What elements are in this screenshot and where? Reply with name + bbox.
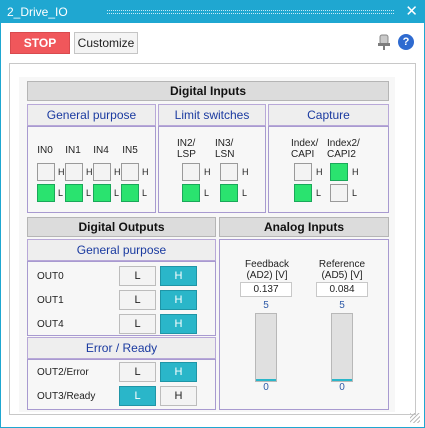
di-capture-header: Capture [268, 104, 389, 126]
di-high-indicator [65, 163, 83, 181]
di-high-indicator [294, 163, 312, 181]
di-h-label: H [58, 167, 65, 177]
di-low-indicator [294, 184, 312, 202]
di-limit-switches-header: Limit switches [158, 104, 266, 126]
di-high-indicator [330, 163, 348, 181]
out2-low-button[interactable]: L [119, 362, 156, 382]
title-grip [107, 10, 394, 14]
feedback-max-label: 5 [263, 300, 269, 311]
app-window: 2_Drive_IO ✕ STOP Customize ? Digital In… [0, 0, 425, 428]
analog-channel-label: Feedback (AD2) [V] [245, 259, 289, 281]
out4-high-button[interactable]: H [160, 314, 197, 334]
do-general-purpose-header: General purpose [27, 239, 216, 261]
di-h-label: H [142, 167, 149, 177]
di-h-label: H [114, 167, 121, 177]
di-pin-label: IN1 [65, 145, 81, 156]
digital-inputs-header: Digital Inputs [27, 81, 389, 101]
di-h-label: H [204, 167, 211, 177]
di-low-indicator [330, 184, 348, 202]
reference-min-label: 0 [339, 382, 345, 393]
out3-low-button[interactable]: L [119, 386, 156, 406]
di-h-label: H [316, 167, 323, 177]
reference-value: 0.084 [316, 282, 368, 297]
di-low-indicator [121, 184, 139, 202]
feedback-min-label: 0 [263, 382, 269, 393]
feedback-value: 0.137 [240, 282, 292, 297]
out2-high-button[interactable]: H [160, 362, 197, 382]
reference-max-label: 5 [339, 300, 345, 311]
di-l-label: L [142, 188, 148, 198]
output-label: OUT1 [37, 295, 64, 306]
out1-low-button[interactable]: L [119, 290, 156, 310]
output-label: OUT2/Error [37, 367, 89, 378]
di-pin-label: IN3/ LSN [215, 138, 235, 160]
window-title: 2_Drive_IO [7, 5, 68, 19]
feedback-level-fill [256, 379, 276, 381]
output-label: OUT3/Ready [37, 391, 96, 402]
out0-high-button[interactable]: H [160, 266, 197, 286]
di-l-label: L [114, 188, 120, 198]
di-low-indicator [182, 184, 200, 202]
help-icon[interactable]: ? [398, 34, 414, 50]
analog-channel-label: Reference (AD5) [V] [318, 259, 366, 281]
feedback-level-bar [255, 313, 277, 382]
di-l-label: L [86, 188, 92, 198]
resize-grip[interactable] [410, 413, 420, 423]
di-high-indicator [37, 163, 55, 181]
di-pin-label: Index2/ CAPI2 [327, 138, 360, 160]
di-pin-label: IN5 [122, 145, 138, 156]
close-icon[interactable]: ✕ [405, 3, 418, 20]
out0-low-button[interactable]: L [119, 266, 156, 286]
out3-high-button[interactable]: H [160, 386, 197, 406]
reference-level-fill [332, 379, 352, 381]
di-l-label: L [316, 188, 322, 198]
di-high-indicator [121, 163, 139, 181]
di-high-indicator [220, 163, 238, 181]
customize-button[interactable]: Customize [74, 32, 138, 54]
di-pin-label: IN2/ LSP [177, 138, 196, 160]
di-limit-switches-group [158, 126, 266, 213]
di-h-label: H [242, 167, 249, 177]
di-l-label: L [242, 188, 248, 198]
di-low-indicator [65, 184, 83, 202]
do-error-ready-header: Error / Ready [27, 337, 216, 359]
di-l-label: L [58, 188, 64, 198]
di-pin-label: IN0 [37, 145, 53, 156]
output-label: OUT4 [37, 319, 64, 330]
out1-high-button[interactable]: H [160, 290, 197, 310]
di-low-indicator [37, 184, 55, 202]
di-l-label: L [204, 188, 210, 198]
toolbar: STOP Customize ? [1, 23, 424, 63]
di-high-indicator [182, 163, 200, 181]
di-general-purpose-header: General purpose [27, 104, 156, 126]
digital-outputs-header: Digital Outputs [27, 217, 216, 237]
out4-low-button[interactable]: L [119, 314, 156, 334]
di-low-indicator [93, 184, 111, 202]
di-pin-label: Index/ CAPI [291, 138, 319, 160]
pin-icon[interactable] [377, 34, 391, 50]
di-high-indicator [93, 163, 111, 181]
output-label: OUT0 [37, 271, 64, 282]
di-h-label: H [86, 167, 93, 177]
title-bar[interactable]: 2_Drive_IO ✕ [1, 1, 424, 23]
stop-button[interactable]: STOP [10, 32, 70, 54]
di-low-indicator [220, 184, 238, 202]
di-pin-label: IN4 [93, 145, 109, 156]
analog-inputs-header: Analog Inputs [219, 217, 389, 237]
reference-level-bar [331, 313, 353, 382]
di-h-label: H [352, 167, 359, 177]
di-l-label: L [352, 188, 358, 198]
